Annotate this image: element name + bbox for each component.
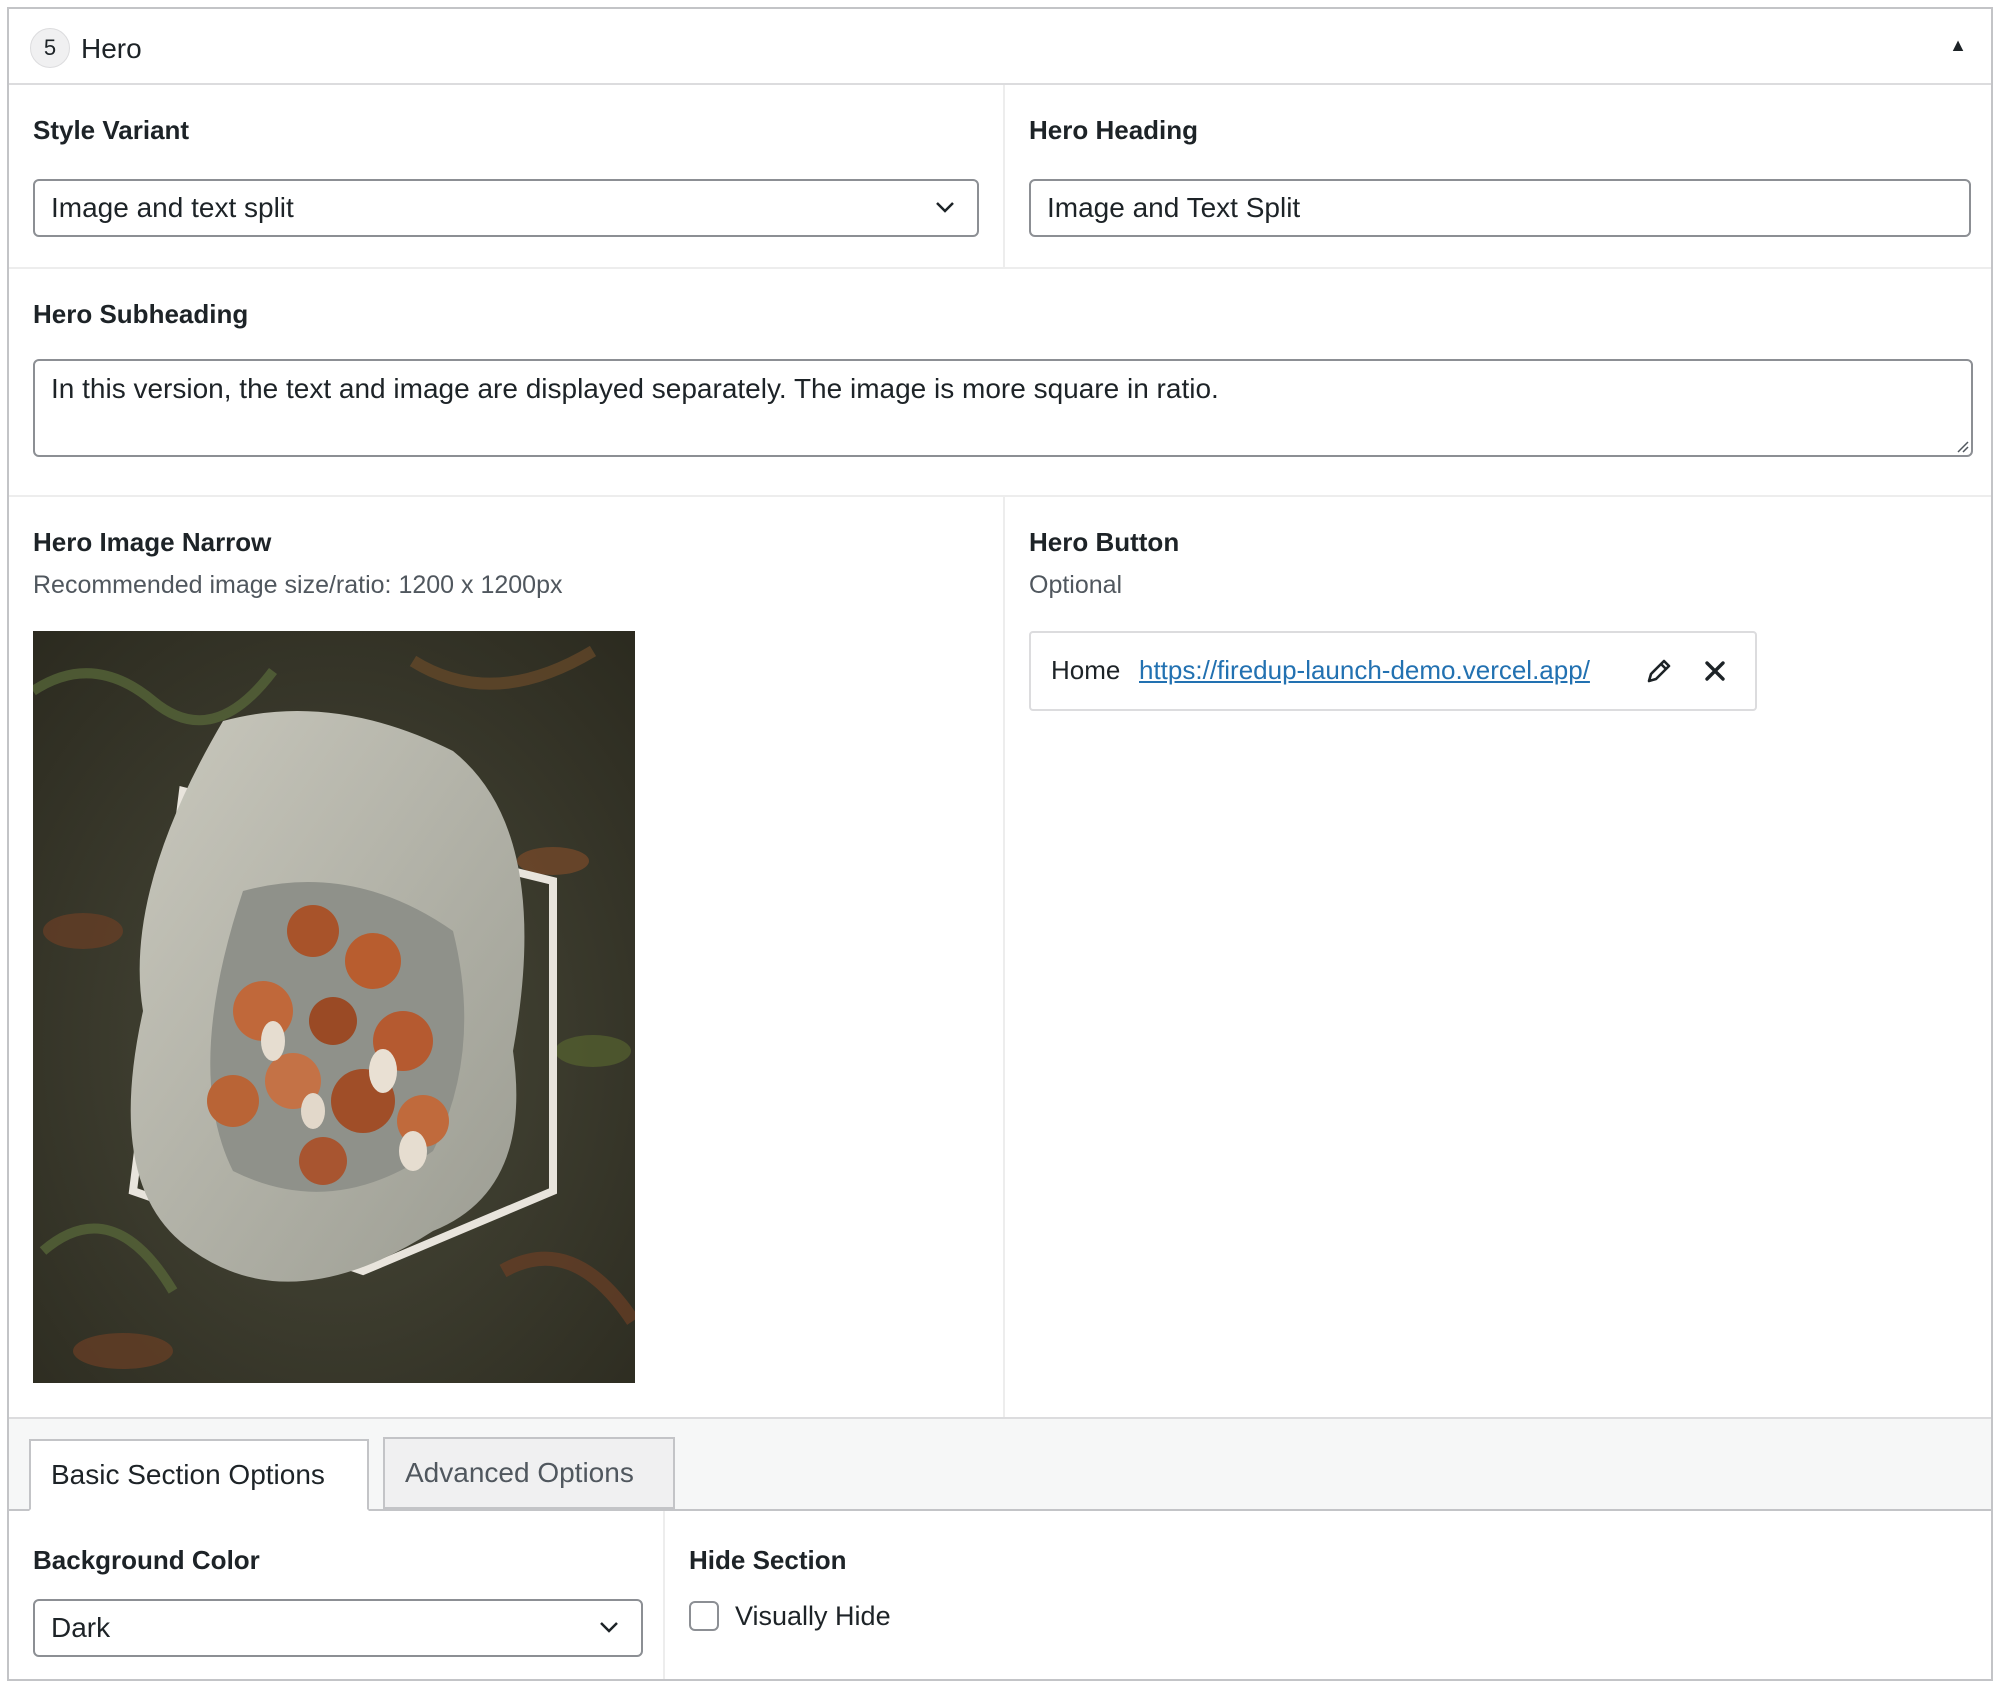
row-image-button: Hero Image Narrow Recommended image size… — [9, 497, 1991, 1417]
style-variant-label: Style Variant — [33, 115, 190, 145]
basic-options-panel: Background Color Dark Hide Section Visua… — [9, 1511, 1991, 1679]
background-color-select[interactable]: Dark — [33, 1599, 643, 1657]
link-url[interactable]: https://firedup-launch-demo.vercel.app/ — [1139, 655, 1590, 686]
background-color-value: Dark — [51, 1612, 111, 1643]
hero-heading-input[interactable]: Image and Text Split — [1029, 179, 1971, 237]
row-style-heading: Style Variant Image and text split Hero … — [9, 85, 1991, 269]
row-subheading: Hero Subheading In this version, the tex… — [9, 269, 1991, 497]
section-header[interactable]: 5 Hero ▲ — [9, 9, 1991, 85]
triangle-up-icon[interactable]: ▲ — [1949, 35, 1967, 56]
resize-handle-icon[interactable] — [1953, 437, 1969, 453]
hero-heading-label: Hero Heading — [1029, 115, 1199, 145]
background-color-column: Background Color Dark — [9, 1511, 665, 1679]
hero-subheading-value: In this version, the text and image are … — [51, 373, 1219, 404]
visually-hide-label[interactable]: Visually Hide — [735, 1601, 891, 1632]
tab-basic-section-options[interactable]: Basic Section Options — [29, 1439, 369, 1511]
hero-button-label: Hero Button — [1029, 527, 1180, 557]
options-tabbar: Basic Section Options Advanced Options — [9, 1417, 1991, 1511]
hero-button-column: Hero Button Optional Home https://firedu… — [1005, 497, 1991, 1417]
hero-image-column: Hero Image Narrow Recommended image size… — [9, 497, 1005, 1417]
hide-section-column: Hide Section Visually Hide — [665, 1511, 1991, 1679]
hero-heading-value: Image and Text Split — [1047, 192, 1301, 223]
visually-hide-checkbox[interactable] — [689, 1601, 719, 1631]
tab-advanced-options[interactable]: Advanced Options — [383, 1437, 675, 1509]
section-number-badge: 5 — [30, 28, 70, 68]
hero-subheading-label: Hero Subheading — [33, 299, 249, 329]
chevron-down-icon — [936, 202, 954, 213]
background-color-label: Background Color — [33, 1545, 260, 1575]
link-title: Home — [1051, 655, 1121, 685]
chevron-down-icon — [600, 1622, 618, 1633]
hero-image-description: Recommended image size/ratio: 1200 x 120… — [33, 571, 563, 599]
pencil-icon[interactable] — [1643, 655, 1675, 687]
hero-image-label: Hero Image Narrow — [33, 527, 272, 557]
style-variant-column: Style Variant Image and text split — [9, 85, 1005, 267]
hero-section-panel: 5 Hero ▲ Style Variant Image and text sp… — [7, 7, 1993, 1681]
hero-button-description: Optional — [1029, 571, 1123, 599]
hero-image-preview[interactable] — [33, 631, 635, 1383]
section-title: Hero — [81, 33, 142, 64]
hero-button-link-box: Home https://firedup-launch-demo.vercel.… — [1029, 631, 1757, 711]
close-icon[interactable] — [1701, 657, 1729, 685]
style-variant-select[interactable]: Image and text split — [33, 179, 979, 237]
mushroom-basket-image — [33, 631, 635, 1383]
style-variant-value: Image and text split — [51, 192, 294, 223]
hero-subheading-textarea[interactable]: In this version, the text and image are … — [33, 359, 1973, 457]
hide-section-label: Hide Section — [689, 1545, 847, 1575]
hero-heading-column: Hero Heading Image and Text Split — [1005, 85, 1991, 267]
